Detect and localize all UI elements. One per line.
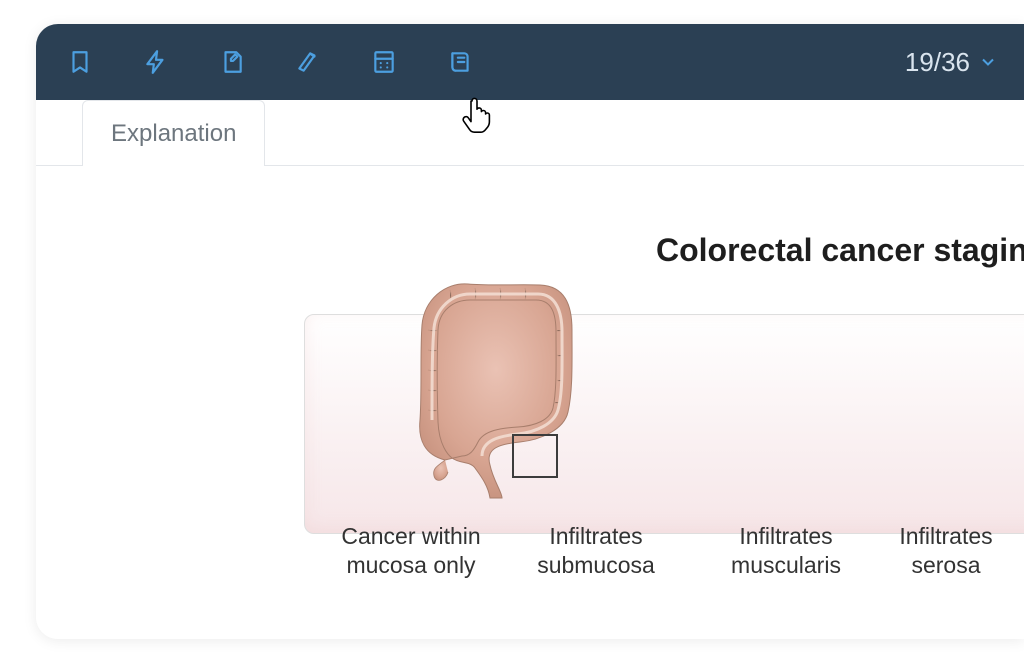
- calculator-icon: [371, 49, 397, 75]
- label-stage-0: Cancer within mucosa only: [326, 522, 496, 580]
- label-text: mucosa only: [346, 552, 475, 578]
- app-window: 19/36 Explanation Colorectal cancer stag…: [36, 24, 1024, 639]
- diagram-labels: Cancer within mucosa only Infiltrates su…: [326, 522, 1024, 580]
- diagram-title: Colorectal cancer staging: [656, 232, 1024, 269]
- book-icon: [447, 49, 473, 75]
- diagram-marker-box: [512, 434, 558, 478]
- page-indicator-dropdown[interactable]: 19/36: [905, 47, 998, 78]
- chevron-down-icon: [978, 52, 998, 72]
- label-text: Infiltrates: [739, 523, 832, 549]
- flash-icon: [143, 49, 169, 75]
- highlighter-button[interactable]: [292, 46, 324, 78]
- calculator-button[interactable]: [368, 46, 400, 78]
- content-panel: Colorectal cancer staging: [36, 166, 1024, 639]
- bookmark-icon: [67, 49, 93, 75]
- note-button[interactable]: [216, 46, 248, 78]
- label-stage-3: Infiltrates serosa: [886, 522, 1006, 580]
- label-stage-2: Infiltrates muscularis: [696, 522, 876, 580]
- flash-button[interactable]: [140, 46, 172, 78]
- note-icon: [219, 49, 245, 75]
- label-text: Infiltrates: [899, 523, 992, 549]
- label-text: submucosa: [537, 552, 655, 578]
- highlighter-icon: [295, 49, 321, 75]
- tab-explanation[interactable]: Explanation: [82, 100, 265, 166]
- tabstrip: Explanation: [36, 100, 1024, 166]
- page-indicator-label: 19/36: [905, 47, 970, 78]
- label-text: Infiltrates: [549, 523, 642, 549]
- book-button[interactable]: [444, 46, 476, 78]
- colon-illustration: [390, 270, 600, 500]
- bookmark-button[interactable]: [64, 46, 96, 78]
- label-text: muscularis: [731, 552, 841, 578]
- tab-explanation-label: Explanation: [111, 120, 236, 148]
- label-text: Cancer within: [341, 523, 480, 549]
- label-text: serosa: [911, 552, 980, 578]
- top-toolbar: 19/36: [36, 24, 1024, 100]
- label-stage-1: Infiltrates submucosa: [506, 522, 686, 580]
